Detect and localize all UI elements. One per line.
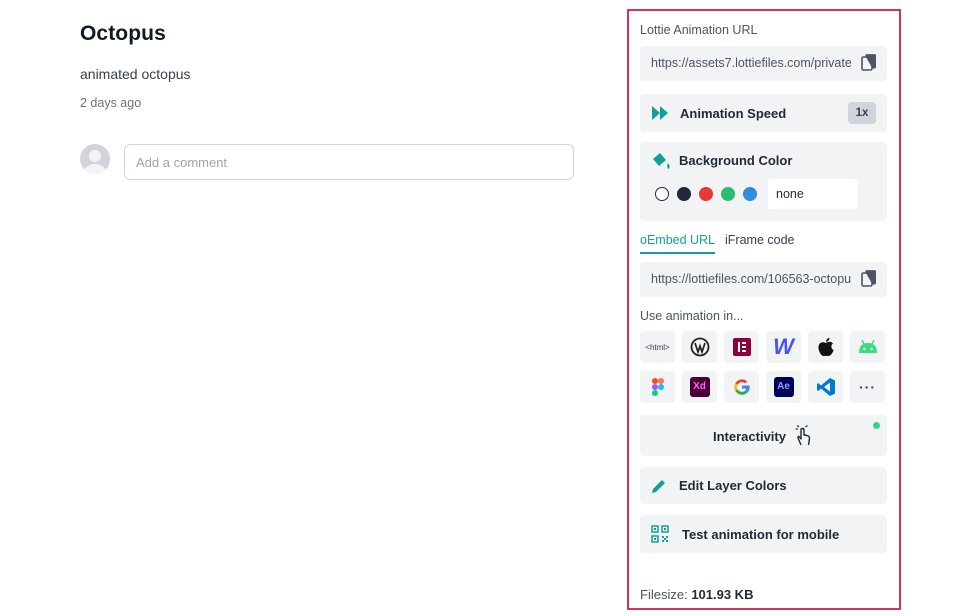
test-mobile-label: Test animation for mobile bbox=[682, 527, 840, 542]
edit-layer-colors-label: Edit Layer Colors bbox=[679, 478, 787, 493]
status-dot bbox=[873, 422, 880, 429]
lottie-url-label: Lottie Animation URL bbox=[640, 23, 758, 37]
html-icon[interactable]: <html> bbox=[640, 331, 675, 363]
android-icon[interactable] bbox=[850, 331, 885, 363]
adobe-xd-icon[interactable]: Xd bbox=[682, 371, 717, 403]
background-color-box: Background Color none bbox=[640, 142, 887, 221]
embed-url-field[interactable]: https://lottiefiles.com/106563-octopus bbox=[640, 262, 887, 297]
swatch-blue[interactable] bbox=[743, 187, 757, 201]
fast-forward-icon bbox=[652, 106, 668, 120]
filesize-label: Filesize: bbox=[640, 587, 688, 602]
copy-icon[interactable] bbox=[861, 54, 877, 72]
comment-input[interactable] bbox=[124, 144, 574, 180]
webflow-icon[interactable]: W bbox=[766, 331, 801, 363]
embed-url-text: https://lottiefiles.com/106563-octopus bbox=[651, 272, 851, 286]
swatch-white[interactable] bbox=[655, 187, 669, 201]
swatch-green[interactable] bbox=[721, 187, 735, 201]
color-value-field[interactable]: none bbox=[768, 179, 858, 209]
wordpress-icon[interactable] bbox=[682, 331, 717, 363]
after-effects-icon[interactable]: Ae bbox=[766, 371, 801, 403]
animation-speed-row[interactable]: Animation Speed 1x bbox=[640, 94, 887, 132]
avatar bbox=[80, 144, 110, 174]
interactivity-button[interactable]: Interactivity bbox=[640, 415, 887, 456]
swatch-black[interactable] bbox=[677, 187, 691, 201]
swatch-red[interactable] bbox=[699, 187, 713, 201]
timestamp: 2 days ago bbox=[80, 96, 142, 110]
filesize: Filesize: 101.93 KB bbox=[640, 587, 753, 602]
filesize-value: 101.93 KB bbox=[691, 587, 754, 602]
edit-layer-colors-button[interactable]: Edit Layer Colors bbox=[640, 467, 887, 504]
page-title: Octopus bbox=[80, 22, 166, 45]
hand-pointer-icon bbox=[795, 425, 811, 446]
vscode-icon[interactable] bbox=[808, 371, 843, 403]
pencil-icon bbox=[652, 480, 665, 493]
use-animation-label: Use animation in... bbox=[640, 309, 744, 323]
interactivity-label: Interactivity bbox=[713, 429, 786, 444]
animation-description: animated octopus bbox=[80, 66, 191, 82]
apple-icon[interactable] bbox=[808, 331, 843, 363]
google-icon[interactable] bbox=[724, 371, 759, 403]
lottie-url-text: https://assets7.lottiefiles.com/private_… bbox=[651, 56, 851, 70]
background-color-label: Background Color bbox=[679, 153, 793, 168]
elementor-icon[interactable] bbox=[724, 331, 759, 363]
figma-icon[interactable] bbox=[640, 371, 675, 403]
speed-badge[interactable]: 1x bbox=[848, 102, 876, 124]
test-mobile-button[interactable]: Test animation for mobile bbox=[640, 515, 887, 553]
tab-oembed-url[interactable]: oEmbed URL bbox=[640, 233, 716, 254]
copy-icon[interactable] bbox=[861, 270, 877, 288]
lottie-url-field[interactable]: https://assets7.lottiefiles.com/private_… bbox=[640, 46, 887, 81]
tab-iframe-code[interactable]: iFrame code bbox=[725, 233, 794, 252]
qr-code-icon bbox=[651, 525, 669, 543]
more-icon[interactable]: ··· bbox=[850, 371, 885, 403]
animation-speed-label: Animation Speed bbox=[680, 106, 787, 121]
paint-bucket-icon bbox=[653, 153, 670, 169]
details-panel: Lottie Animation URL https://assets7.lot… bbox=[627, 9, 901, 610]
